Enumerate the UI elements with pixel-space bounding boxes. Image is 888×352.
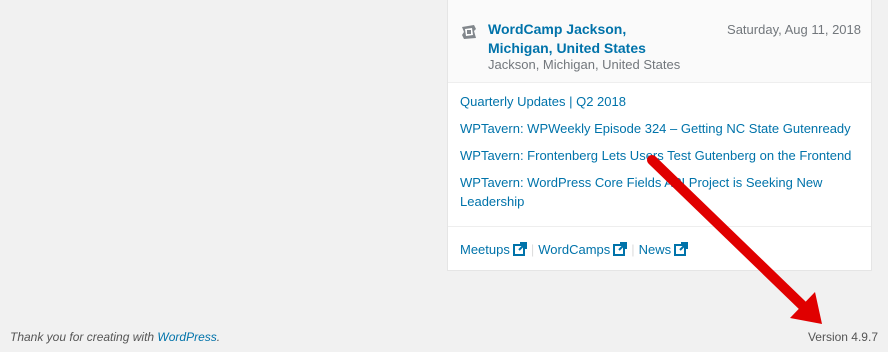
wordcamps-label: WordCamps	[538, 242, 611, 257]
wordcamps-link[interactable]: WordCamps	[538, 242, 628, 257]
community-links: Meetups | WordCamps | News	[448, 226, 871, 271]
event-date: Saturday, Aug 11, 2018	[727, 22, 861, 37]
news-link[interactable]: WPTavern: WPWeekly Episode 324 – Getting…	[460, 119, 860, 138]
news-label: News	[638, 242, 672, 257]
separator: |	[530, 242, 535, 257]
meetups-label: Meetups	[460, 242, 510, 257]
separator: |	[631, 242, 635, 257]
wordcamp-icon	[462, 25, 476, 39]
event-item: WordCamp Jackson, Michigan, United State…	[448, 0, 871, 83]
news-list: Quarterly Updates | Q2 2018 WPTavern: WP…	[460, 92, 860, 219]
news-link[interactable]: WPTavern: Frontenberg Lets Users Test Gu…	[460, 146, 860, 165]
event-title-link[interactable]: WordCamp Jackson, Michigan, United State…	[488, 20, 688, 58]
wordpress-link[interactable]: WordPress	[157, 330, 216, 344]
external-link-icon	[674, 242, 689, 256]
footer-thankyou: Thank you for creating with WordPress.	[10, 330, 220, 344]
external-link-icon	[512, 242, 527, 256]
event-location: Jackson, Michigan, United States	[488, 57, 681, 72]
external-link-icon	[613, 242, 628, 256]
news-link[interactable]: Quarterly Updates | Q2 2018	[460, 92, 860, 111]
news-link[interactable]: WPTavern: WordPress Core Fields API Proj…	[460, 173, 860, 211]
thanks-suffix: .	[216, 330, 221, 344]
meetups-link[interactable]: Meetups	[460, 242, 527, 257]
news-page-link[interactable]: News	[639, 242, 689, 257]
thanks-prefix: Thank you for creating with	[10, 330, 158, 344]
footer-version: Version 4.9.7	[807, 330, 878, 344]
events-news-widget: WordCamp Jackson, Michigan, United State…	[447, 0, 872, 271]
